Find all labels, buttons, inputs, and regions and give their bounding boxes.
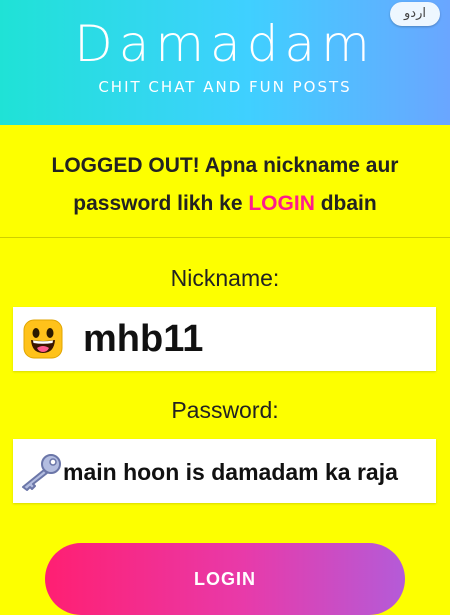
key-icon <box>22 454 61 491</box>
login-button[interactable]: LOGIN <box>45 543 405 615</box>
nickname-value: mhb11 <box>83 318 204 360</box>
message-line2-start: password likh ke <box>73 192 243 215</box>
nickname-field[interactable]: mhb11 <box>13 307 436 371</box>
message-line1: LOGGED OUT! Apna nickname aur <box>51 154 399 177</box>
grinning-face-icon <box>23 319 63 359</box>
message-line2-end: dbain <box>320 192 377 215</box>
nickname-label: Nickname: <box>170 265 280 291</box>
app-header: Damadam CHIT CHAT AND FUN POSTS اردو <box>0 0 450 125</box>
logout-message: LOGGED OUT! Apna nickname aur password l… <box>0 125 450 238</box>
brand-tagline: CHIT CHAT AND FUN POSTS <box>98 78 352 96</box>
password-field[interactable]: main hoon is damadam ka raja <box>13 439 436 503</box>
logout-message-text: LOGGED OUT! Apna nickname aur password l… <box>0 147 450 223</box>
password-value: main hoon is damadam ka raja <box>63 459 398 485</box>
language-toggle-button[interactable]: اردو <box>390 2 440 26</box>
brand-title[interactable]: Damadam <box>0 14 450 74</box>
password-label: Password: <box>171 397 279 423</box>
message-highlight: LOGIN <box>248 192 315 215</box>
